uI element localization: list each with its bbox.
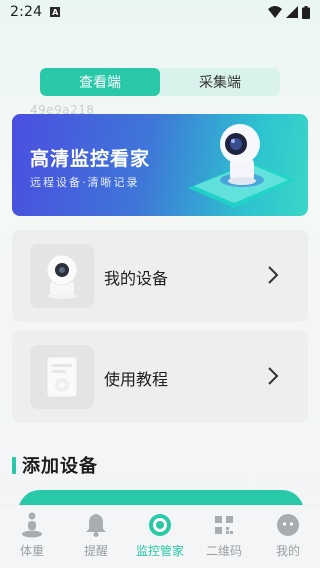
status-time: 2:24	[10, 4, 43, 20]
my-devices-card[interactable]: 我的设备	[12, 230, 308, 322]
tab-monitor-label: 监控管家	[135, 544, 184, 558]
status-bar: 2:24 A	[0, 0, 320, 24]
tab-qrcode-label: 二维码	[205, 544, 242, 558]
heading-accent-bar	[12, 456, 16, 474]
banner-title: 高清监控看家	[30, 148, 151, 170]
wifi-icon	[268, 6, 282, 18]
qr-code-icon	[215, 516, 233, 534]
add-device-heading: 添加设备	[12, 452, 98, 478]
chevron-right-icon	[268, 266, 279, 284]
status-icons	[268, 5, 310, 19]
tab-weight[interactable]: 体重	[0, 506, 64, 568]
camera-icon	[46, 254, 78, 299]
tutorial-card[interactable]: 使用教程	[12, 331, 308, 423]
bell-icon	[86, 514, 106, 537]
tutorial-thumbnail	[30, 345, 94, 409]
my-devices-label: 我的设备	[104, 269, 169, 288]
add-device-title: 添加设备	[22, 456, 98, 477]
tab-profile-label: 我的	[275, 544, 300, 558]
tutorial-icon	[46, 356, 78, 398]
tab-collector[interactable]: 采集端	[160, 68, 280, 96]
tab-reminder-label: 提醒	[83, 544, 108, 558]
tab-qrcode[interactable]: 二维码	[192, 506, 256, 568]
promo-banner[interactable]: 高清监控看家 远程设备·清晰记录	[12, 114, 308, 216]
signal-icon	[286, 6, 298, 18]
notification-icon: A	[50, 7, 61, 17]
tab-weight-label: 体重	[19, 544, 44, 558]
tab-monitor[interactable]: 监控管家	[128, 506, 192, 568]
bottom-tab-bar: 体重 提醒 监控管家 二维码 我的	[0, 505, 320, 568]
person-scale-icon	[22, 512, 42, 538]
banner-subtitle: 远程设备·清晰记录	[30, 176, 140, 189]
tab-viewer[interactable]: 查看端	[40, 68, 160, 96]
tutorial-label: 使用教程	[104, 370, 169, 389]
tab-profile[interactable]: 我的	[256, 506, 320, 568]
monitor-icon	[149, 514, 171, 536]
profile-icon	[277, 514, 299, 536]
camera-thumbnail	[30, 244, 94, 308]
camera-phone-illustration	[188, 124, 296, 208]
view-mode-segment: 查看端 采集端	[40, 68, 280, 96]
chevron-right-icon	[268, 367, 279, 385]
battery-icon	[302, 5, 310, 19]
tab-reminder[interactable]: 提醒	[64, 506, 128, 568]
